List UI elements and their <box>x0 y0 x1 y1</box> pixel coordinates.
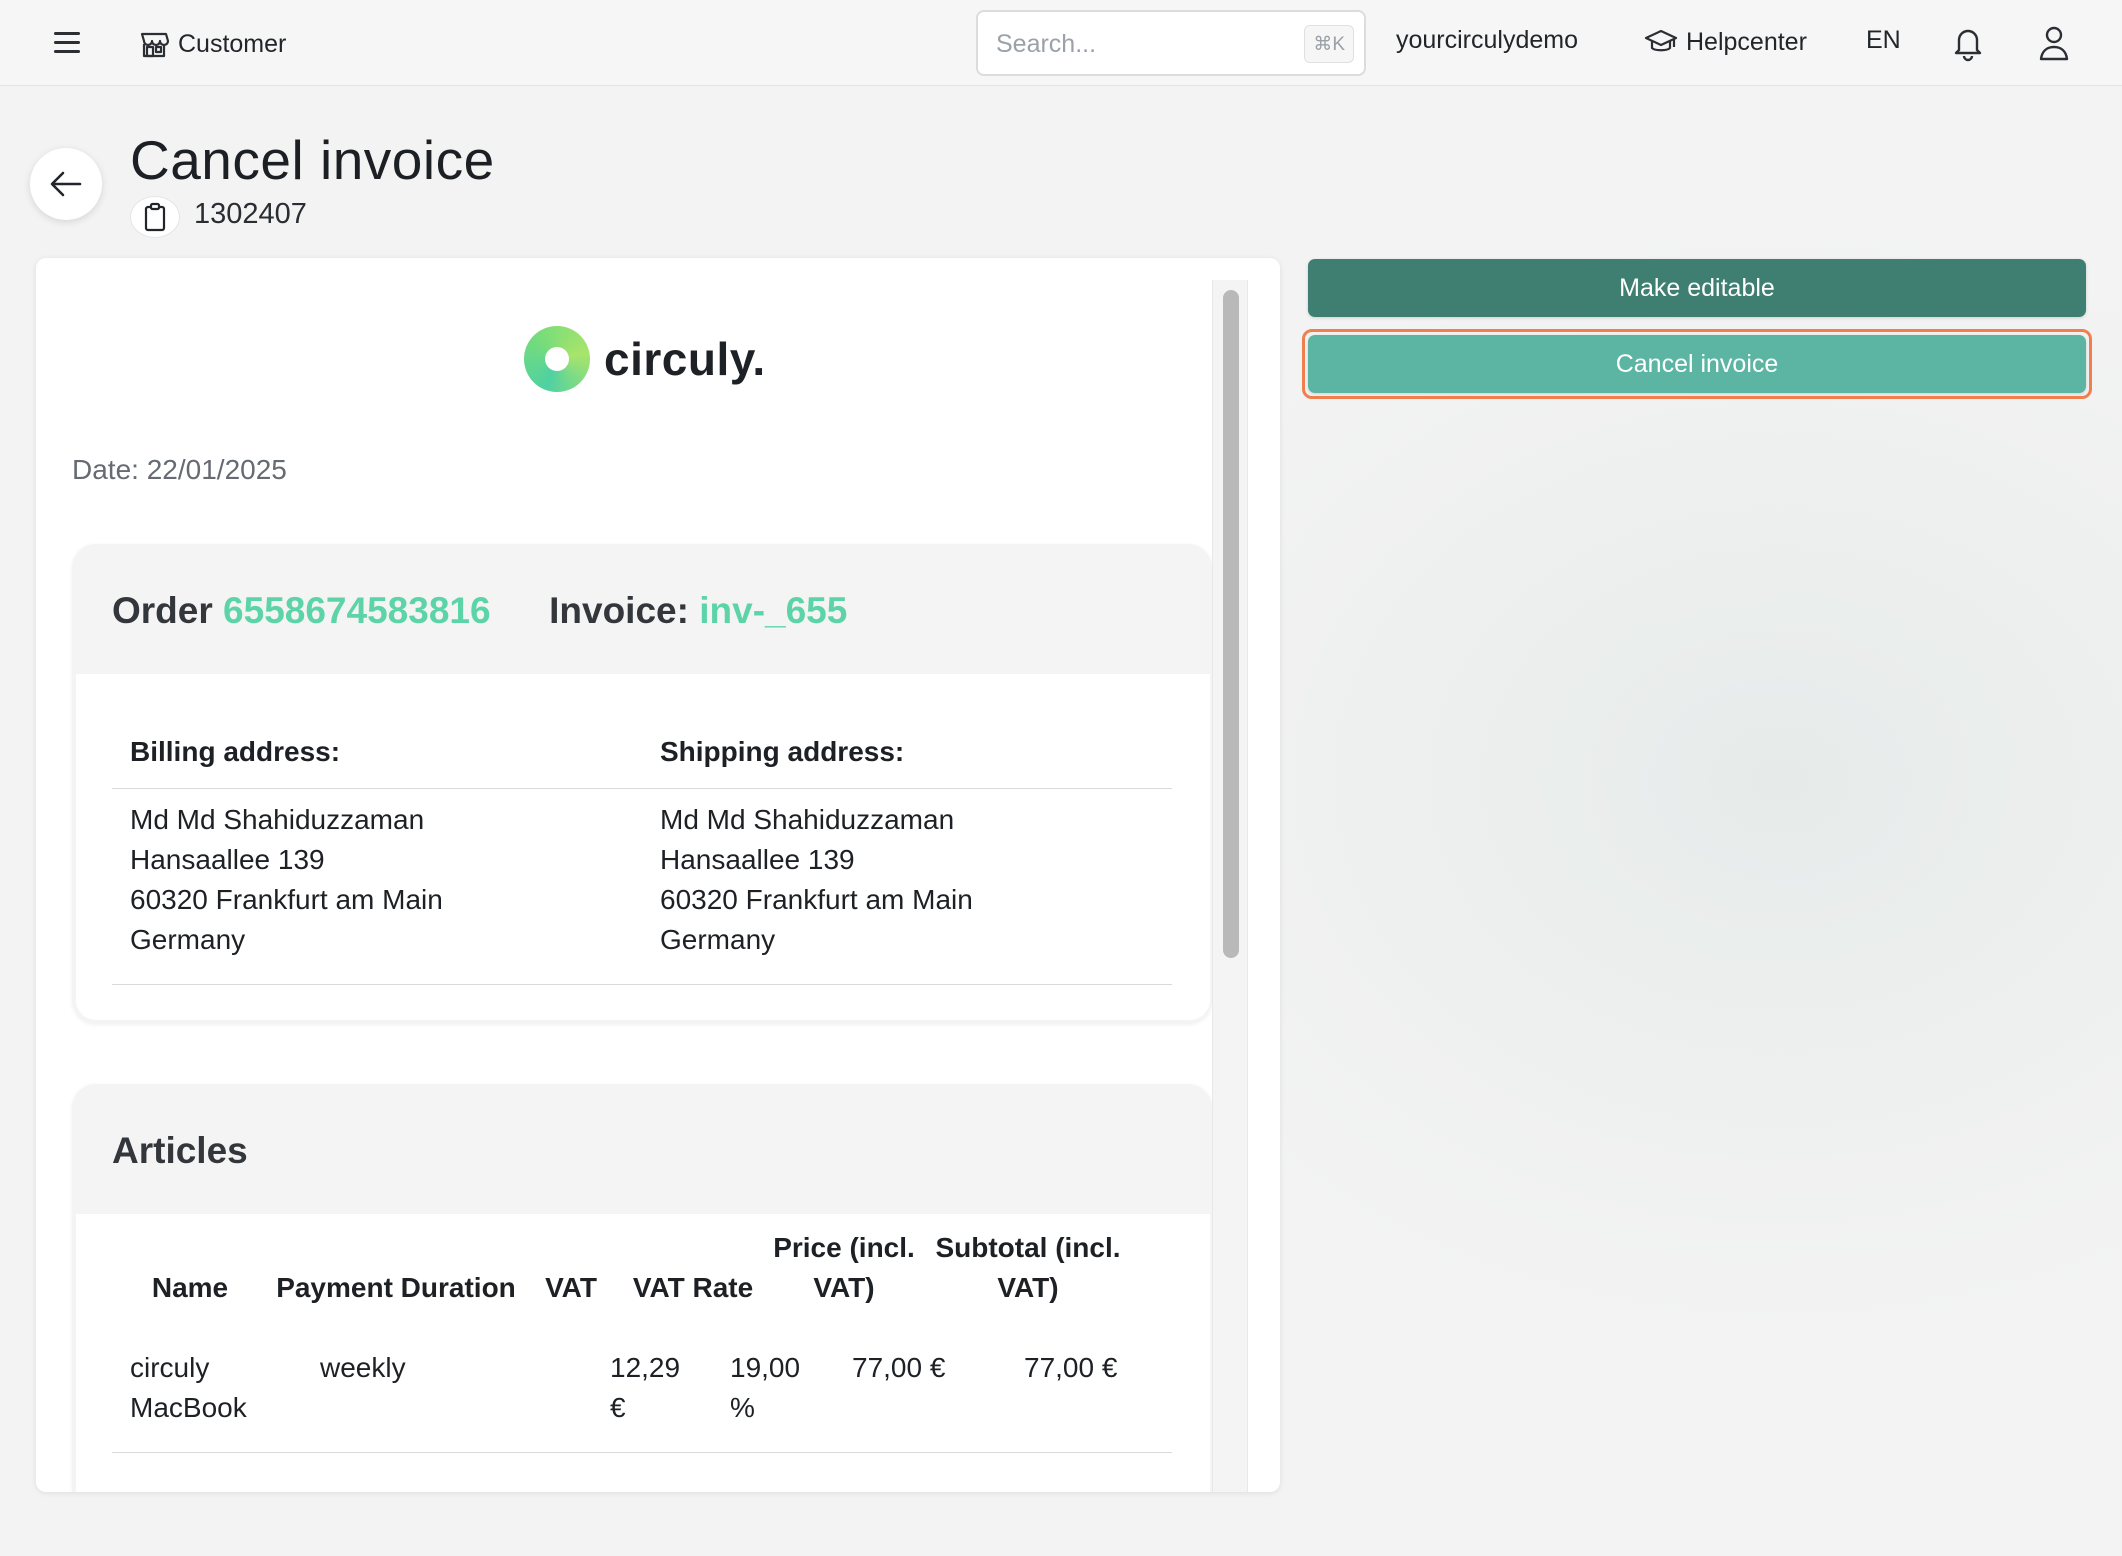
order-card: Order 6558674583816 Invoice: inv-_655 Bi… <box>72 544 1212 1024</box>
make-editable-button[interactable]: Make editable <box>1308 259 2086 317</box>
search-input[interactable] <box>996 24 1266 64</box>
billing-city: 60320 Frankfurt am Main <box>130 884 443 915</box>
context-label: Customer <box>178 29 287 58</box>
row-name-line2: MacBook <box>130 1392 247 1423</box>
row-vat-line1: 12,29 <box>610 1352 681 1383</box>
cancel-invoice-button[interactable]: Cancel invoice <box>1308 335 2086 393</box>
scrollbar-thumb[interactable] <box>1223 290 1239 958</box>
divider <box>112 1452 1172 1453</box>
shipping-city: 60320 Frankfurt am Main <box>660 884 973 915</box>
billing-country: Germany <box>130 924 246 955</box>
divider <box>112 788 1172 789</box>
row-vat-rate-line2: % <box>730 1392 755 1423</box>
helpcenter-label: Helpcenter <box>1686 27 1807 56</box>
top-bar: Customer ⌘K yourcirculydemo Helpcenter E… <box>0 0 2122 86</box>
billing-title: Billing address: <box>130 736 341 767</box>
language-switcher[interactable]: EN <box>1866 26 1901 55</box>
order-label: Order <box>112 590 213 631</box>
shipping-name: Md Md Shahiduzzaman <box>660 804 955 835</box>
shipping-street: Hansaallee 139 <box>660 844 855 875</box>
column-header-price: Price (incl. VAT) <box>764 1228 924 1308</box>
invoice-id: 1302407 <box>194 198 307 230</box>
date-value: 22/01/2025 <box>146 454 287 485</box>
row-vat: 12,29 € <box>610 1348 680 1428</box>
user-icon[interactable] <box>2036 24 2072 62</box>
row-vat-rate: 19,00 % <box>730 1348 800 1428</box>
invoice-label: Invoice: <box>549 590 689 631</box>
column-header-subtotal: Subtotal (incl. VAT) <box>928 1228 1128 1308</box>
circuly-logo-icon <box>524 326 590 392</box>
articles-table: Name Payment Duration VAT VAT Rate Price… <box>76 1214 1210 1492</box>
shipping-title: Shipping address: <box>660 736 905 767</box>
column-header-price-line2: VAT) <box>813 1272 875 1303</box>
bell-icon[interactable] <box>1950 24 1986 62</box>
store-icon <box>140 32 170 58</box>
column-header-price-line1: Price (incl. <box>773 1232 915 1263</box>
articles-card: Articles Name Payment Duration VAT VAT R… <box>72 1084 1212 1492</box>
graduation-cap-icon <box>1644 29 1678 52</box>
row-subtotal: 77,00 € <box>1024 1352 1118 1383</box>
page-title: Cancel invoice <box>130 129 495 191</box>
billing-street: Hansaallee 139 <box>130 844 325 875</box>
shipping-address: Shipping address: Md Md Shahiduzzaman Ha… <box>660 732 973 960</box>
context-switcher[interactable]: Customer <box>138 24 286 64</box>
address-section: Billing address: Md Md Shahiduzzaman Han… <box>76 674 1210 1020</box>
shipping-country: Germany <box>660 924 776 955</box>
helpcenter-link[interactable]: Helpcenter <box>1644 22 1807 62</box>
column-header-duration: Payment Duration <box>276 1272 516 1303</box>
company-logo: circuly. <box>524 326 766 392</box>
invoice-preview-panel: circuly. Date: 22/01/2025 Order 65586745… <box>36 258 1280 1492</box>
tenant-name[interactable]: yourcirculydemo <box>1396 26 1578 55</box>
row-name: circuly MacBook <box>130 1348 247 1428</box>
column-header-vat: VAT <box>545 1272 597 1303</box>
order-number: 6558674583816 <box>223 590 491 631</box>
hamburger-menu-icon[interactable] <box>50 28 86 58</box>
billing-address: Billing address: Md Md Shahiduzzaman Han… <box>130 732 443 960</box>
order-heading: Order 6558674583816 Invoice: inv-_655 <box>112 590 847 632</box>
articles-heading: Articles <box>112 1130 248 1171</box>
search-box[interactable]: ⌘K <box>976 10 1366 76</box>
row-name-line1: circuly <box>130 1352 210 1383</box>
logo-text: circuly. <box>604 333 766 385</box>
arrow-left-icon <box>50 171 82 197</box>
search-shortcut-badge: ⌘K <box>1304 25 1354 63</box>
invoice-date: Date: 22/01/2025 <box>72 454 287 486</box>
row-duration: weekly <box>320 1352 406 1383</box>
row-price: 77,00 € <box>852 1352 946 1383</box>
billing-name: Md Md Shahiduzzaman <box>130 804 425 835</box>
divider <box>112 984 1172 985</box>
invoice-number: inv-_655 <box>699 590 848 631</box>
back-button[interactable] <box>30 148 102 220</box>
clipboard-icon[interactable] <box>130 196 180 238</box>
date-label: Date: <box>72 454 139 485</box>
column-header-name: Name <box>151 1272 229 1303</box>
column-header-subtotal-line1: Subtotal (incl. <box>935 1232 1121 1263</box>
row-vat-line2: € <box>610 1392 626 1423</box>
column-header-vat-rate: VAT Rate <box>632 1272 754 1303</box>
column-header-subtotal-line2: VAT) <box>997 1272 1059 1303</box>
row-vat-rate-line1: 19,00 <box>730 1352 801 1383</box>
scrollbar[interactable] <box>1212 280 1248 1492</box>
